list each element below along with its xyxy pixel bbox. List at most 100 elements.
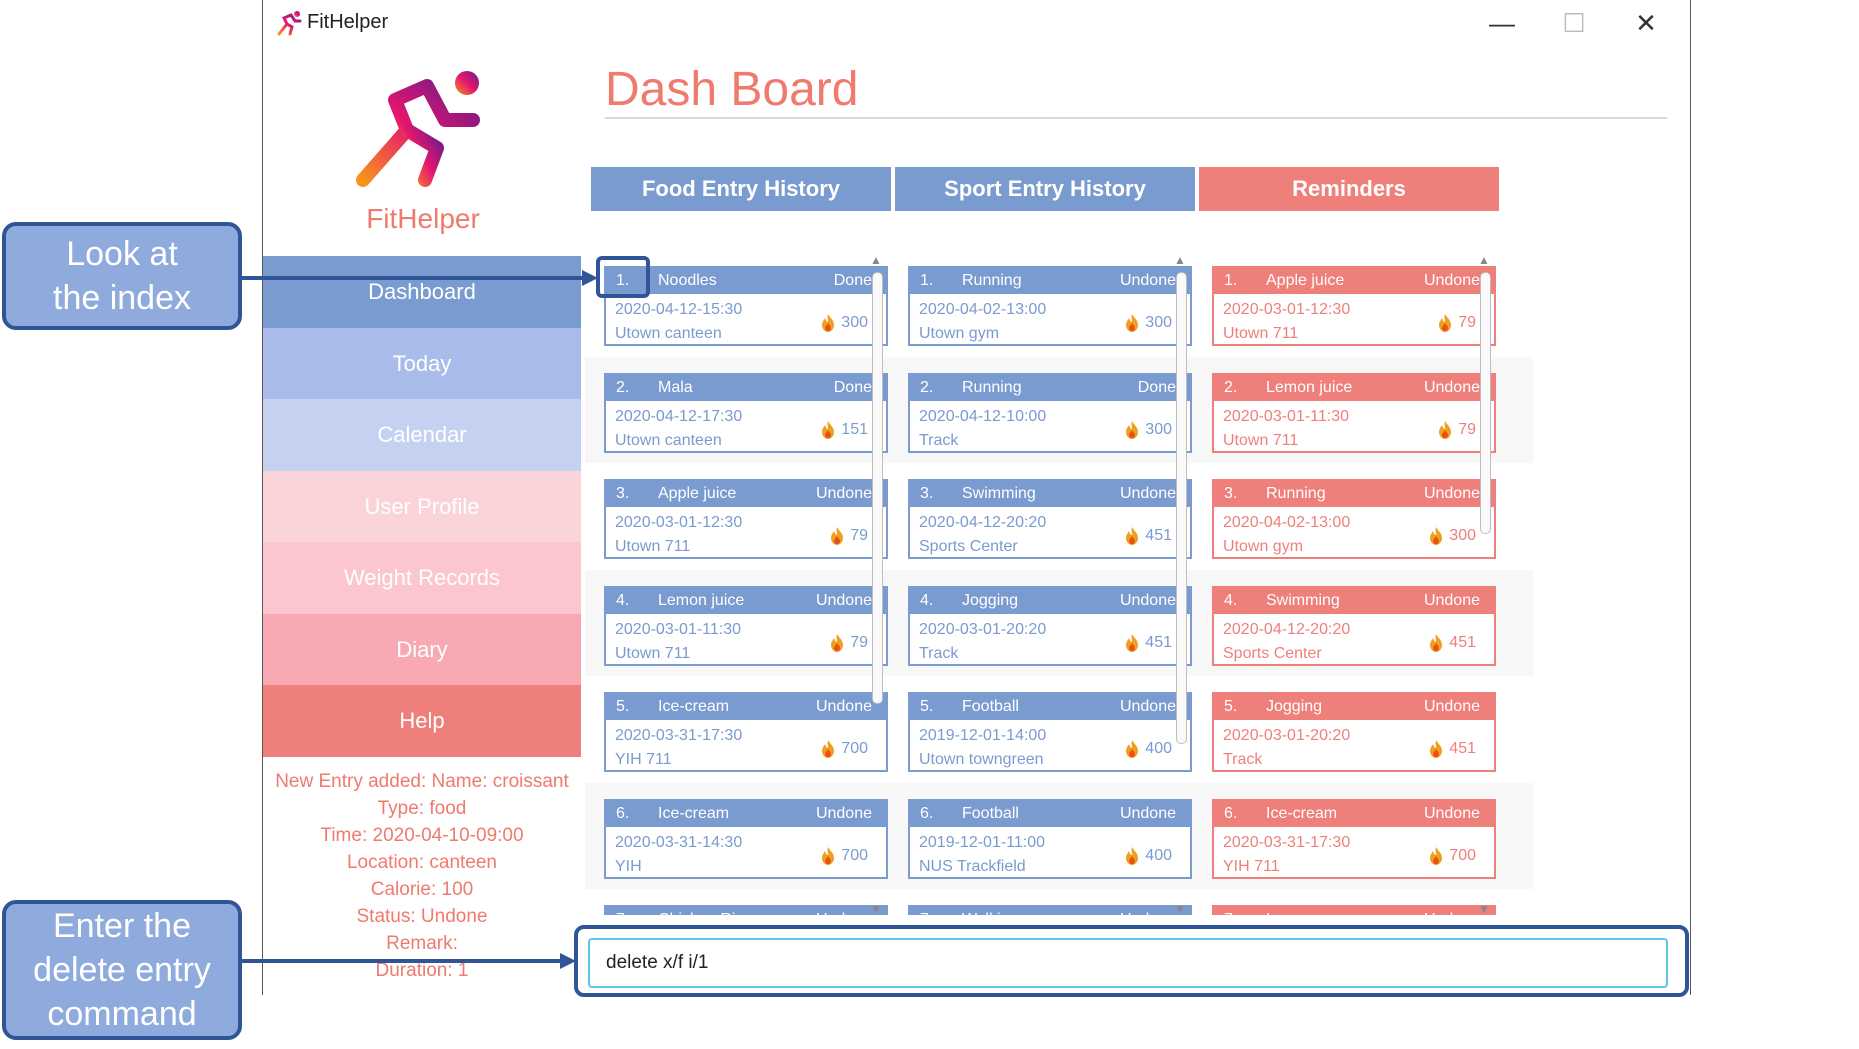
entry-card[interactable]: 4. Swimming Undone 2020-04-12-20:20 Sports C… xyxy=(1212,585,1496,666)
entry-status: Undone xyxy=(1119,485,1176,502)
scroll-up-icon[interactable]: ▲ xyxy=(1475,252,1493,268)
entry-card-header: 7. Ice-cream Undone xyxy=(1214,907,1494,915)
entry-name: Noodles xyxy=(658,272,717,289)
minimize-button[interactable]: — xyxy=(1472,4,1532,42)
food-history-header: Food Entry History xyxy=(591,167,891,211)
callout-look-index: Look at the index xyxy=(2,222,242,330)
entry-card[interactable]: 7. Ice-cream Undone xyxy=(1212,905,1496,915)
flame-icon xyxy=(831,527,844,545)
flame-icon xyxy=(1126,633,1139,652)
entry-card[interactable]: 5. Football Undone 2019-12-01-14:00 Utown to… xyxy=(908,692,1192,772)
reminders-scrollbar[interactable]: ▲ ▼ xyxy=(1475,252,1493,917)
entry-name: Walking xyxy=(962,907,1018,915)
entry-index: 3. xyxy=(920,485,934,502)
title-bar[interactable]: FitHelper — ☐ ✕ xyxy=(263,0,1690,46)
entry-time: 2020-04-02-13:00 xyxy=(919,301,1047,318)
scroll-thumb[interactable] xyxy=(1480,272,1491,534)
entry-card[interactable]: 1. Apple juice Undone 2020-03-01-12:30 Utown… xyxy=(1212,266,1496,346)
entry-card[interactable]: 3. Running Undone 2020-04-02-13:00 Utown gym… xyxy=(1212,479,1496,559)
scroll-thumb[interactable] xyxy=(1176,272,1187,744)
entry-card-header: 6. Ice-cream Undone xyxy=(606,800,886,827)
entry-card[interactable]: 7. Chicken Rice Undone xyxy=(604,905,888,915)
entry-card-header: 5. Jogging Undone xyxy=(1214,694,1494,720)
entry-status: Undone xyxy=(1423,804,1480,822)
entry-location: Sports Center xyxy=(919,538,1018,555)
entry-card[interactable]: 6. Ice-cream Undone 2020-03-31-14:30 YIH 700 xyxy=(604,798,888,879)
food-scrollbar[interactable]: ▲ ▼ xyxy=(867,252,885,917)
entry-card[interactable]: 5. Jogging Undone 2020-03-01-20:20 Track 451 xyxy=(1212,692,1496,772)
sidebar-item-calendar[interactable]: Calendar xyxy=(263,399,581,471)
entry-card[interactable]: 4. Lemon juice Undone 2020-03-01-11:30 Utown… xyxy=(604,585,888,666)
calorie-value: 151 xyxy=(841,420,868,438)
sidebar-item-diary[interactable]: Diary xyxy=(263,613,581,685)
scroll-thumb[interactable] xyxy=(872,272,883,704)
maximize-button[interactable]: ☐ xyxy=(1544,4,1604,42)
entry-status: Undone xyxy=(1120,907,1176,915)
entry-status: Undone xyxy=(1119,698,1176,715)
entry-card[interactable]: 1. Running Undone 2020-04-02-13:00 Utown gym… xyxy=(908,266,1192,346)
sport-scrollbar[interactable]: ▲ ▼ xyxy=(1171,252,1189,917)
flame-icon xyxy=(1126,846,1139,865)
entry-status: Undone xyxy=(815,698,872,715)
entry-index: 6. xyxy=(616,804,630,822)
entry-calorie: 400 xyxy=(1125,740,1172,758)
entry-name: Running xyxy=(962,272,1022,289)
entry-name: Running xyxy=(962,378,1022,396)
sidebar-item-dashboard[interactable]: Dashboard xyxy=(263,256,581,328)
calorie-value: 451 xyxy=(1145,527,1172,544)
entry-card[interactable]: 2. Mala Done 2020-04-12-17:30 Utown canteen 1… xyxy=(604,372,888,453)
entry-calorie: 451 xyxy=(1429,740,1476,758)
entry-name: Running xyxy=(1266,485,1326,502)
scroll-up-icon[interactable]: ▲ xyxy=(1171,252,1189,268)
sidebar-item-help[interactable]: Help xyxy=(263,685,581,757)
entry-location: Utown 711 xyxy=(1223,431,1299,449)
calorie-value: 79 xyxy=(850,527,868,544)
entry-card[interactable]: 2. Running Done 2020-04-12-10:00 Track 300 xyxy=(908,372,1192,453)
flame-icon xyxy=(822,846,835,865)
entry-name: Lemon juice xyxy=(1266,378,1353,396)
scroll-down-icon[interactable]: ▼ xyxy=(1475,901,1493,917)
entry-card-header: 1. Running Undone xyxy=(910,268,1190,294)
entry-calorie: 451 xyxy=(1125,633,1172,652)
entry-location: Utown gym xyxy=(919,325,1000,342)
entry-card[interactable]: 3. Swimming Undone 2020-04-12-20:20 Sports C… xyxy=(908,479,1192,559)
entry-location: YIH 711 xyxy=(615,751,672,768)
scroll-up-icon[interactable]: ▲ xyxy=(867,252,885,268)
scroll-down-icon[interactable]: ▼ xyxy=(867,901,885,917)
entry-time: 2020-03-31-17:30 xyxy=(1223,833,1351,851)
entry-name: Swimming xyxy=(962,485,1036,502)
entry-card-header: 3. Running Undone xyxy=(1214,481,1494,507)
entry-card[interactable]: 6. Ice-cream Undone 2020-03-31-17:30 YIH 711… xyxy=(1212,798,1496,879)
entry-card[interactable]: 3. Apple juice Undone 2020-03-01-12:30 Utown… xyxy=(604,479,888,559)
entry-time: 2020-03-01-20:20 xyxy=(919,620,1047,638)
sport-history-header: Sport Entry History xyxy=(895,167,1195,211)
close-button[interactable]: ✕ xyxy=(1616,4,1676,42)
entry-name: Apple juice xyxy=(658,485,737,502)
calorie-value: 300 xyxy=(841,314,868,331)
sidebar-item-today[interactable]: Today xyxy=(263,327,581,399)
window-title: FitHelper xyxy=(307,11,389,33)
entry-index: 5. xyxy=(616,698,630,715)
entry-card[interactable]: 6. Football Undone 2019-12-01-11:00 NUS Trac… xyxy=(908,798,1192,879)
scroll-down-icon[interactable]: ▼ xyxy=(1171,901,1189,917)
entry-index: 6. xyxy=(920,804,934,822)
entry-calorie: 79 xyxy=(830,527,868,545)
sidebar-item-user-profile[interactable]: User Profile xyxy=(263,470,581,542)
sidebar-item-weight-records[interactable]: Weight Records xyxy=(263,542,581,614)
result-line: Type: food xyxy=(377,798,467,819)
entry-time: 2020-04-12-15:30 xyxy=(615,301,743,318)
entry-card[interactable]: 5. Ice-cream Undone 2020-03-31-17:30 YIH 711… xyxy=(604,692,888,772)
entry-time: 2020-03-01-12:30 xyxy=(615,514,743,531)
entry-card[interactable]: 2. Lemon juice Undone 2020-03-01-11:30 Utown… xyxy=(1212,372,1496,453)
entry-card-header: 6. Football Undone xyxy=(910,800,1190,827)
entry-status: Undone xyxy=(815,591,872,609)
entry-card[interactable]: 4. Jogging Undone 2020-03-01-20:20 Track 451 xyxy=(908,585,1192,666)
flame-icon xyxy=(1430,846,1443,865)
entry-card[interactable]: 7. Walking Undone xyxy=(908,905,1192,915)
title-divider xyxy=(605,117,1667,119)
entry-time: 2020-03-01-11:30 xyxy=(1223,407,1350,425)
flame-icon xyxy=(1126,420,1139,439)
entry-calorie: 79 xyxy=(830,633,868,652)
sidebar-nav: Dashboard Today Calendar User Profile Weight… xyxy=(263,256,581,757)
entry-card-header: 2. Mala Done xyxy=(606,374,886,401)
